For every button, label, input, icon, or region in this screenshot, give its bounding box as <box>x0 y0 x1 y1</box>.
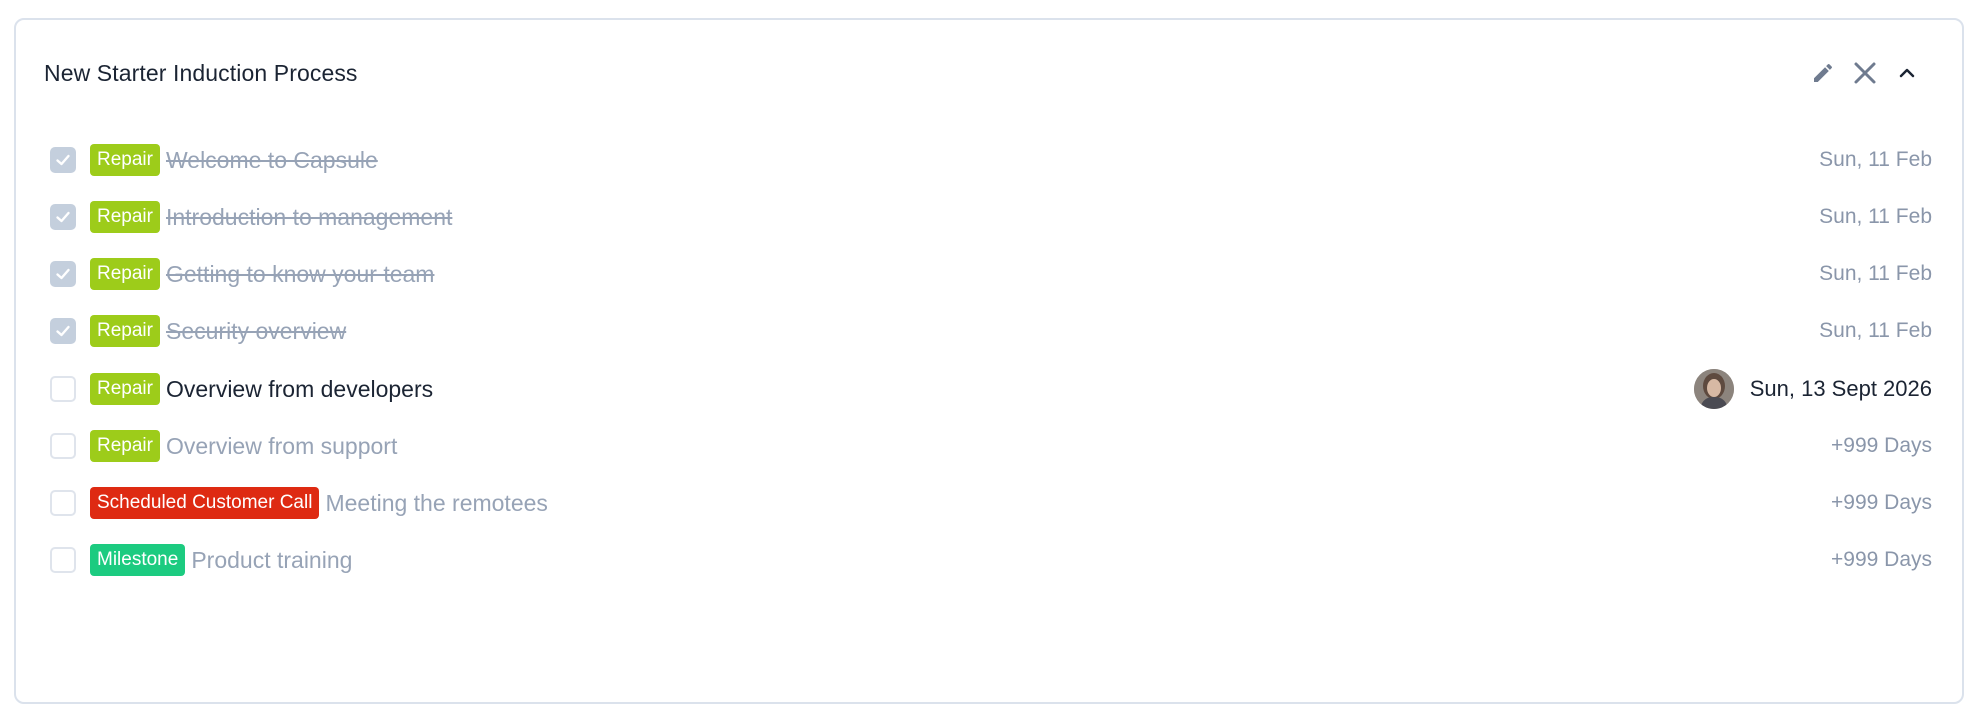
task-list-panel: New Starter Induction Process Repair Wel… <box>14 18 1964 704</box>
panel-title: New Starter Induction Process <box>44 60 358 86</box>
task-label[interactable]: Product training <box>191 547 352 574</box>
pencil-icon <box>1811 61 1835 85</box>
checkmark-icon <box>56 325 70 337</box>
task-checkbox[interactable] <box>50 261 76 287</box>
task-row[interactable]: Repair Welcome to Capsule Sun, 11 Feb <box>16 130 1962 190</box>
task-label[interactable]: Meeting the remotees <box>325 490 547 517</box>
task-due-date: +999 Days <box>1831 548 1932 571</box>
close-icon <box>1852 60 1878 86</box>
task-checkbox[interactable] <box>50 547 76 573</box>
task-label[interactable]: Security overview <box>166 318 346 345</box>
task-label[interactable]: Welcome to Capsule <box>166 147 378 174</box>
task-due-date: Sun, 11 Feb <box>1819 262 1932 285</box>
task-due-date: +999 Days <box>1831 491 1932 514</box>
panel-actions <box>1808 58 1922 88</box>
checkmark-icon <box>56 154 70 166</box>
task-checkbox[interactable] <box>50 147 76 173</box>
tag-badge[interactable]: Repair <box>90 258 160 290</box>
task-row[interactable]: Repair Getting to know your team Sun, 11… <box>16 244 1962 304</box>
task-checkbox[interactable] <box>50 376 76 402</box>
task-checkbox[interactable] <box>50 318 76 344</box>
task-row[interactable]: Milestone Product training +999 Days <box>16 530 1962 590</box>
chevron-up-icon <box>1897 63 1917 83</box>
task-row[interactable]: Repair Overview from developers Sun, 13 … <box>16 359 1962 419</box>
checkmark-icon <box>56 211 70 223</box>
panel-header: New Starter Induction Process <box>16 20 1962 130</box>
task-label[interactable]: Overview from developers <box>166 376 433 403</box>
checkmark-icon <box>56 268 70 280</box>
task-checkbox[interactable] <box>50 433 76 459</box>
collapse-button[interactable] <box>1892 58 1922 88</box>
close-button[interactable] <box>1850 58 1880 88</box>
tag-badge[interactable]: Repair <box>90 373 160 405</box>
tag-badge[interactable]: Scheduled Customer Call <box>90 487 320 519</box>
tag-badge[interactable]: Repair <box>90 144 160 176</box>
edit-button[interactable] <box>1808 58 1838 88</box>
task-checkbox[interactable] <box>50 204 76 230</box>
task-label[interactable]: Getting to know your team <box>166 261 434 288</box>
tag-badge[interactable]: Milestone <box>90 544 186 576</box>
task-due-date: +999 Days <box>1831 434 1932 457</box>
tag-badge[interactable]: Repair <box>90 201 160 233</box>
task-due-date: Sun, 11 Feb <box>1819 148 1932 171</box>
avatar[interactable] <box>1694 369 1734 409</box>
task-row[interactable]: Repair Overview from support +999 Days <box>16 416 1962 476</box>
task-due-date: Sun, 11 Feb <box>1819 319 1932 342</box>
tag-badge[interactable]: Repair <box>90 315 160 347</box>
tag-badge[interactable]: Repair <box>90 430 160 462</box>
assignee-avatar-icon <box>1694 369 1734 409</box>
task-due-date: Sun, 13 Sept 2026 <box>1749 376 1932 401</box>
task-row[interactable]: Repair Security overview Sun, 11 Feb <box>16 301 1962 361</box>
task-label[interactable]: Introduction to management <box>166 204 452 231</box>
task-label[interactable]: Overview from support <box>166 433 397 460</box>
task-row[interactable]: Scheduled Customer Call Meeting the remo… <box>16 473 1962 533</box>
task-row[interactable]: Repair Introduction to management Sun, 1… <box>16 187 1962 247</box>
task-due-date: Sun, 11 Feb <box>1819 205 1932 228</box>
task-checkbox[interactable] <box>50 490 76 516</box>
